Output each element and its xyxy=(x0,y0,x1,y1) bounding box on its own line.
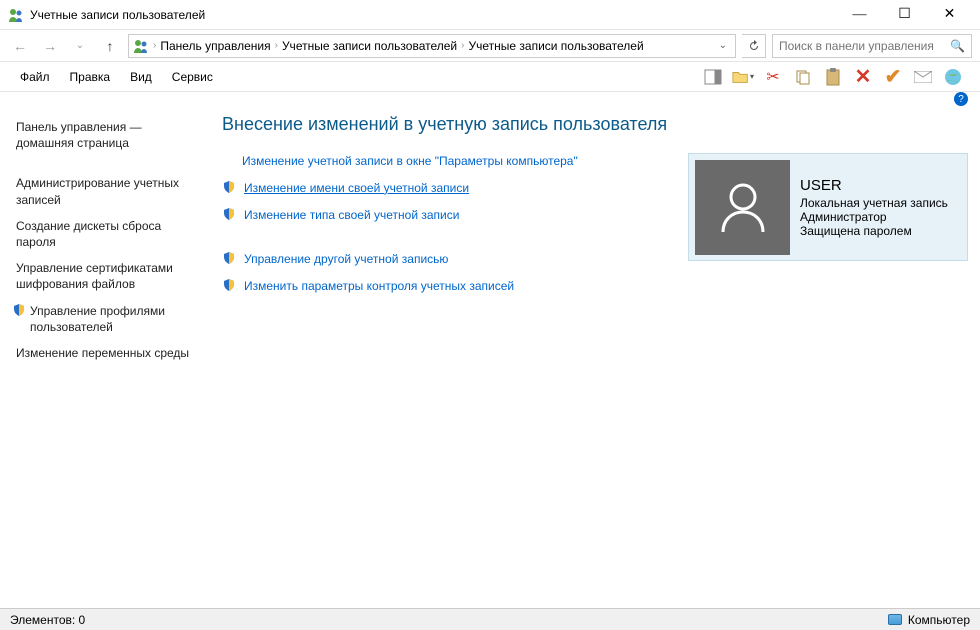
menu-edit[interactable]: Правка xyxy=(60,70,121,84)
user-protection: Защищена паролем xyxy=(800,224,948,238)
status-bar: Элементов: 0 Компьютер xyxy=(0,608,980,630)
shield-icon xyxy=(222,251,238,267)
sidebar-reset-disk[interactable]: Создание дискеты сброса пароля xyxy=(12,213,202,255)
window-tool-icon[interactable] xyxy=(702,66,724,88)
breadcrumb[interactable]: Учетные записи пользователей xyxy=(282,39,457,53)
maximize-button[interactable]: ☐ xyxy=(882,1,927,29)
title-bar: Учетные записи пользователей — ☐ ✕ xyxy=(0,0,980,30)
main-content: Внесение изменений в учетную запись поль… xyxy=(212,114,968,596)
refresh-button[interactable] xyxy=(742,34,766,58)
menu-bar: Файл Правка Вид Сервис ▾ ✂ ✕ ✔ xyxy=(0,62,980,92)
folder-tool-icon[interactable]: ▾ xyxy=(732,66,754,88)
menu-service[interactable]: Сервис xyxy=(162,70,223,84)
user-card: USER Локальная учетная запись Администра… xyxy=(688,153,968,261)
status-count: Элементов: 0 xyxy=(10,613,888,627)
help-icon[interactable]: ? xyxy=(954,92,968,106)
menu-file[interactable]: Файл xyxy=(10,70,60,84)
sidebar: Панель управления — домашняя страница Ад… xyxy=(12,114,202,596)
sidebar-admin[interactable]: Администрирование учетных записей xyxy=(12,170,202,212)
window-title: Учетные записи пользователей xyxy=(30,8,837,22)
computer-icon xyxy=(888,614,902,625)
user-role: Администратор xyxy=(800,210,948,224)
search-input[interactable] xyxy=(779,39,950,53)
address-dropdown[interactable]: ⌄ xyxy=(715,40,731,51)
users-icon xyxy=(8,7,24,23)
sidebar-env[interactable]: Изменение переменных среды xyxy=(12,340,202,366)
close-button[interactable]: ✕ xyxy=(927,1,972,29)
shield-icon xyxy=(222,278,238,294)
link-settings[interactable]: Изменение учетной записи в окне "Парамет… xyxy=(222,153,668,170)
shield-icon xyxy=(12,303,26,321)
globe-icon[interactable] xyxy=(942,66,964,88)
page-title: Внесение изменений в учетную запись поль… xyxy=(222,114,968,135)
link-type[interactable]: Изменение типа своей учетной записи xyxy=(222,207,668,224)
recent-dropdown[interactable]: ⌄ xyxy=(68,34,92,58)
back-button[interactable]: ← xyxy=(8,34,32,58)
user-type: Локальная учетная запись xyxy=(800,196,948,210)
shield-icon xyxy=(222,207,238,223)
avatar xyxy=(695,160,790,255)
up-button[interactable]: ↑ xyxy=(98,34,122,58)
search-icon[interactable]: 🔍 xyxy=(950,39,965,53)
address-box[interactable]: › Панель управления › Учетные записи пол… xyxy=(128,34,736,58)
sidebar-certs[interactable]: Управление сертификатами шифрования файл… xyxy=(12,255,202,297)
minimize-button[interactable]: — xyxy=(837,1,882,29)
confirm-icon[interactable]: ✔ xyxy=(882,66,904,88)
cut-icon[interactable]: ✂ xyxy=(762,66,784,88)
link-uac[interactable]: Изменить параметры контроля учетных запи… xyxy=(222,278,668,295)
address-bar: ← → ⌄ ↑ › Панель управления › Учетные за… xyxy=(0,30,980,62)
copy-icon[interactable] xyxy=(792,66,814,88)
menu-view[interactable]: Вид xyxy=(120,70,162,84)
link-rename[interactable]: Изменение имени своей учетной записи xyxy=(222,180,668,197)
delete-icon[interactable]: ✕ xyxy=(852,66,874,88)
search-box[interactable]: 🔍 xyxy=(772,34,972,58)
sidebar-home[interactable]: Панель управления — домашняя страница xyxy=(12,114,202,156)
shield-icon xyxy=(222,180,238,196)
user-name: USER xyxy=(800,177,948,194)
paste-icon[interactable] xyxy=(822,66,844,88)
forward-button[interactable]: → xyxy=(38,34,62,58)
breadcrumb[interactable]: Учетные записи пользователей xyxy=(468,39,643,53)
breadcrumb[interactable]: Панель управления xyxy=(160,39,270,53)
users-icon xyxy=(133,38,149,54)
mail-icon[interactable] xyxy=(912,66,934,88)
sidebar-profiles[interactable]: Управление профилями пользователей xyxy=(12,298,202,340)
status-location: Компьютер xyxy=(908,613,970,627)
link-other[interactable]: Управление другой учетной записью xyxy=(222,251,668,268)
